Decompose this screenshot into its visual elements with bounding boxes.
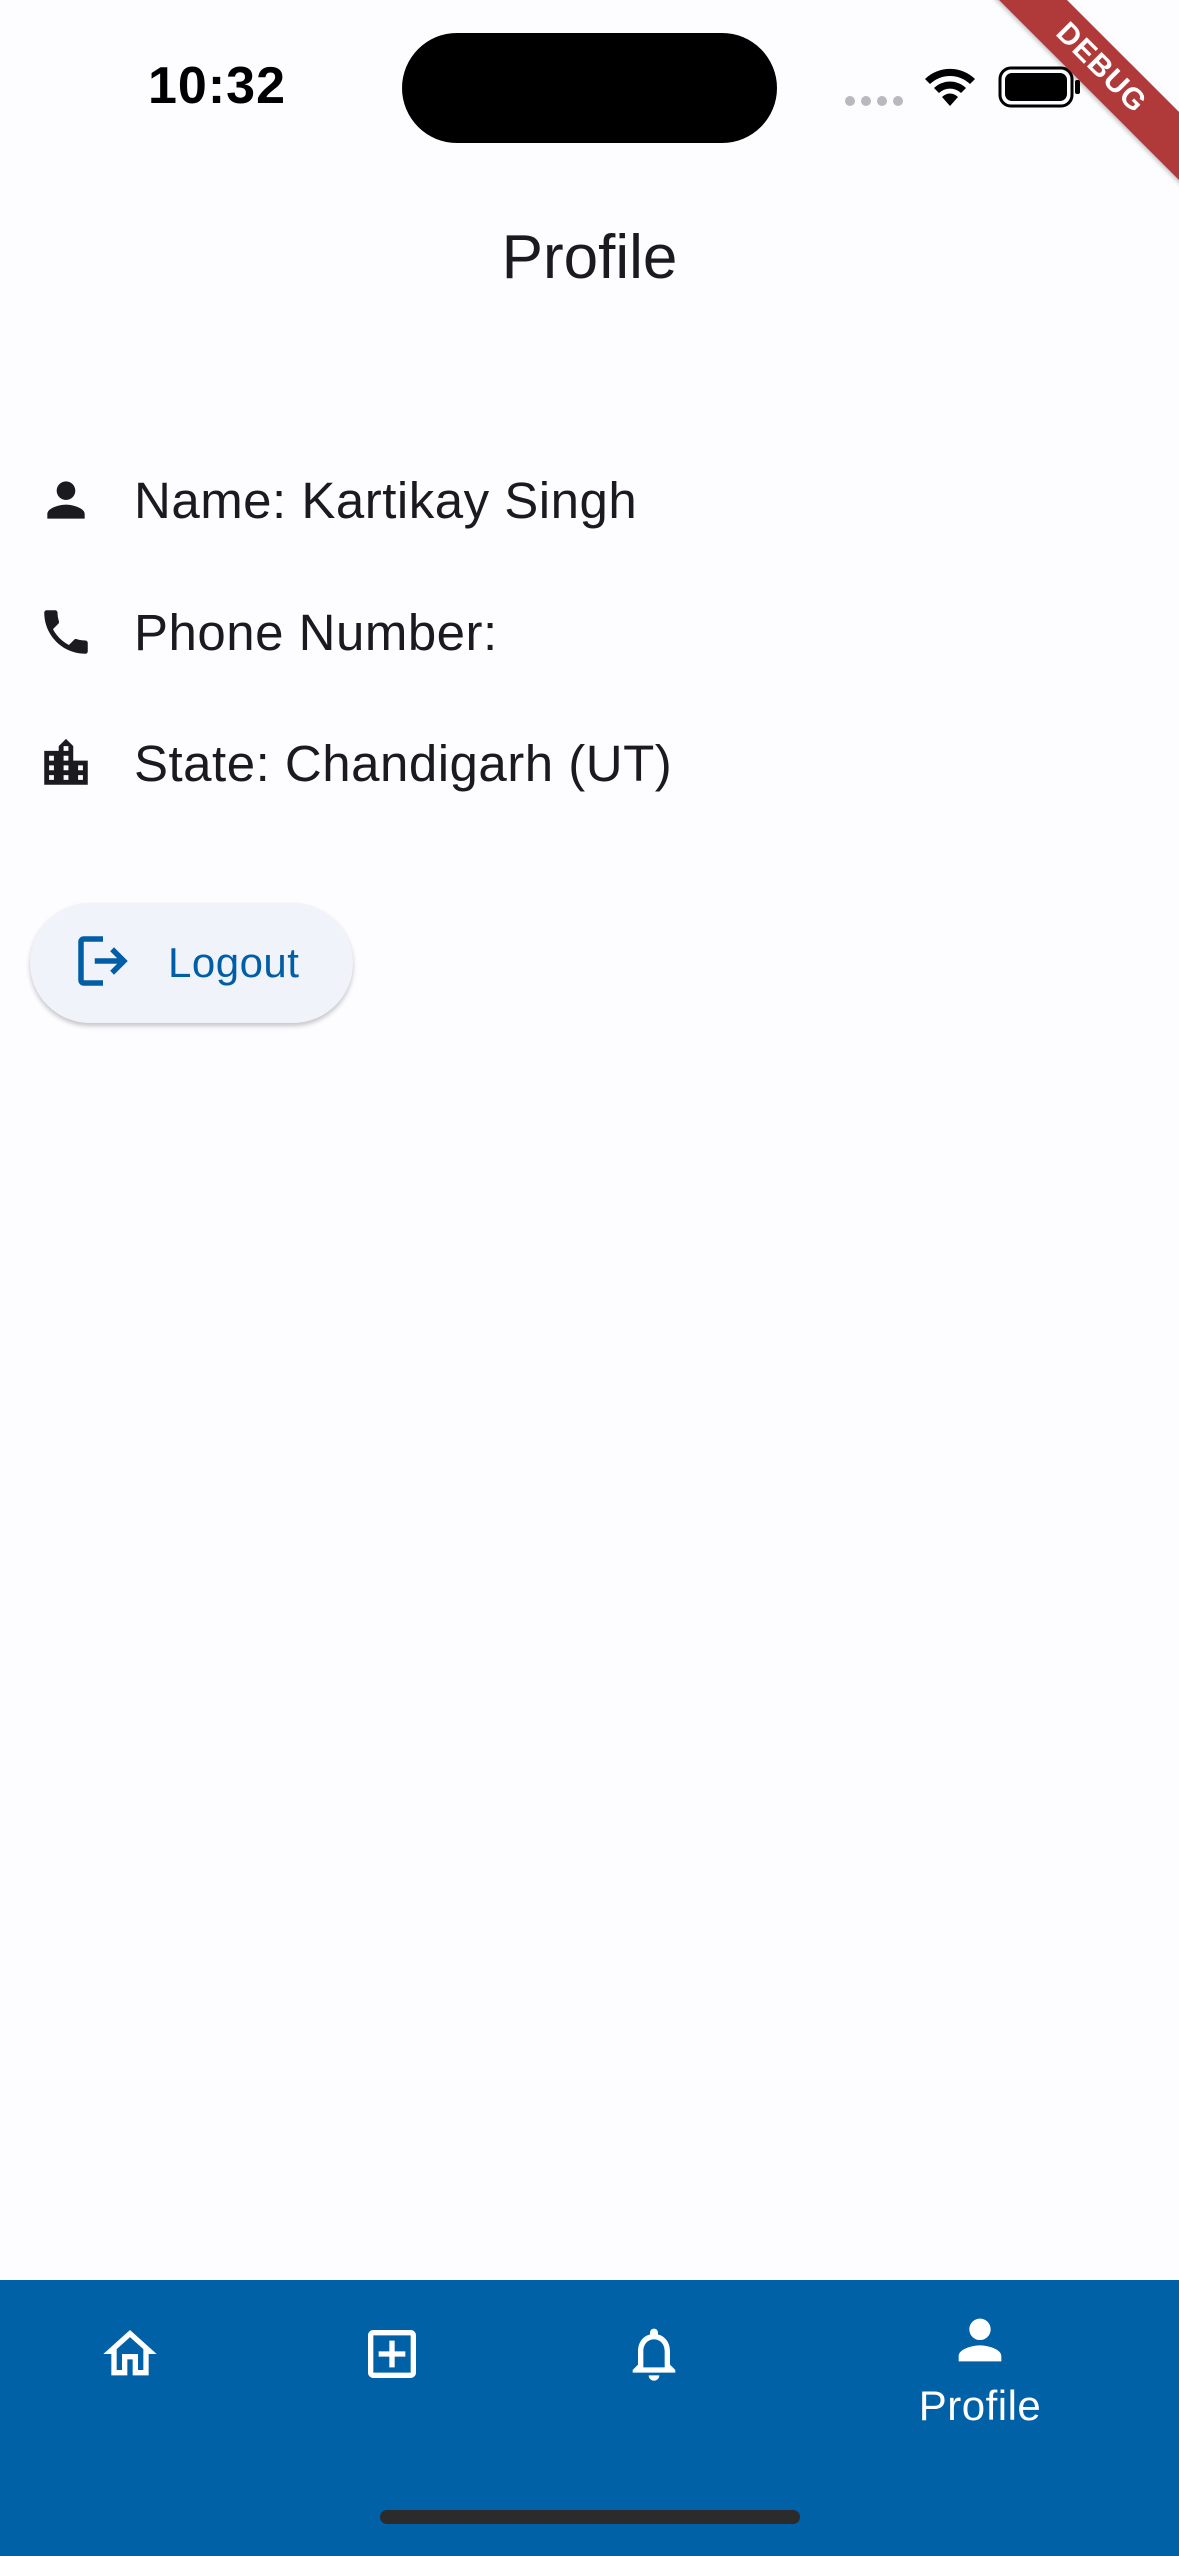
logout-label: Logout xyxy=(168,939,300,986)
home-icon xyxy=(103,2330,157,2376)
logout-icon xyxy=(70,928,136,999)
status-time: 10:32 xyxy=(148,57,286,115)
profile-phone-label: Phone Number: xyxy=(134,603,498,661)
nav-profile-label: Profile xyxy=(918,2382,1042,2429)
person-icon xyxy=(958,2318,1002,2362)
phone-icon xyxy=(36,602,96,662)
nav-item-notifications[interactable] xyxy=(584,2280,724,2480)
nav-item-add[interactable] xyxy=(322,2280,462,2480)
person-icon xyxy=(36,470,96,530)
dynamic-island xyxy=(402,33,777,143)
profile-row-name: Name: Kartikay Singh xyxy=(36,470,637,530)
bell-icon xyxy=(632,2328,676,2381)
battery-icon xyxy=(998,66,1080,108)
home-indicator[interactable] xyxy=(380,2510,800,2524)
page-title: Profile xyxy=(501,223,678,292)
cellular-signal-icon xyxy=(845,96,903,106)
logout-button[interactable]: Logout xyxy=(30,903,353,1023)
building-icon xyxy=(36,733,96,793)
profile-row-phone: Phone Number: xyxy=(36,602,498,662)
profile-row-state: State: Chandigarh (UT) xyxy=(36,733,672,793)
wifi-icon xyxy=(925,68,975,106)
nav-item-home[interactable] xyxy=(60,2280,200,2480)
profile-state-label: State: Chandigarh (UT) xyxy=(134,734,673,792)
profile-name-label: Name: Kartikay Singh xyxy=(134,471,638,529)
nav-item-profile[interactable]: Profile xyxy=(880,2280,1080,2480)
profile-screen: 10:32 DEBUG Profile Name: Kartikay Singh… xyxy=(0,0,1179,2556)
add-box-icon xyxy=(368,2330,416,2378)
